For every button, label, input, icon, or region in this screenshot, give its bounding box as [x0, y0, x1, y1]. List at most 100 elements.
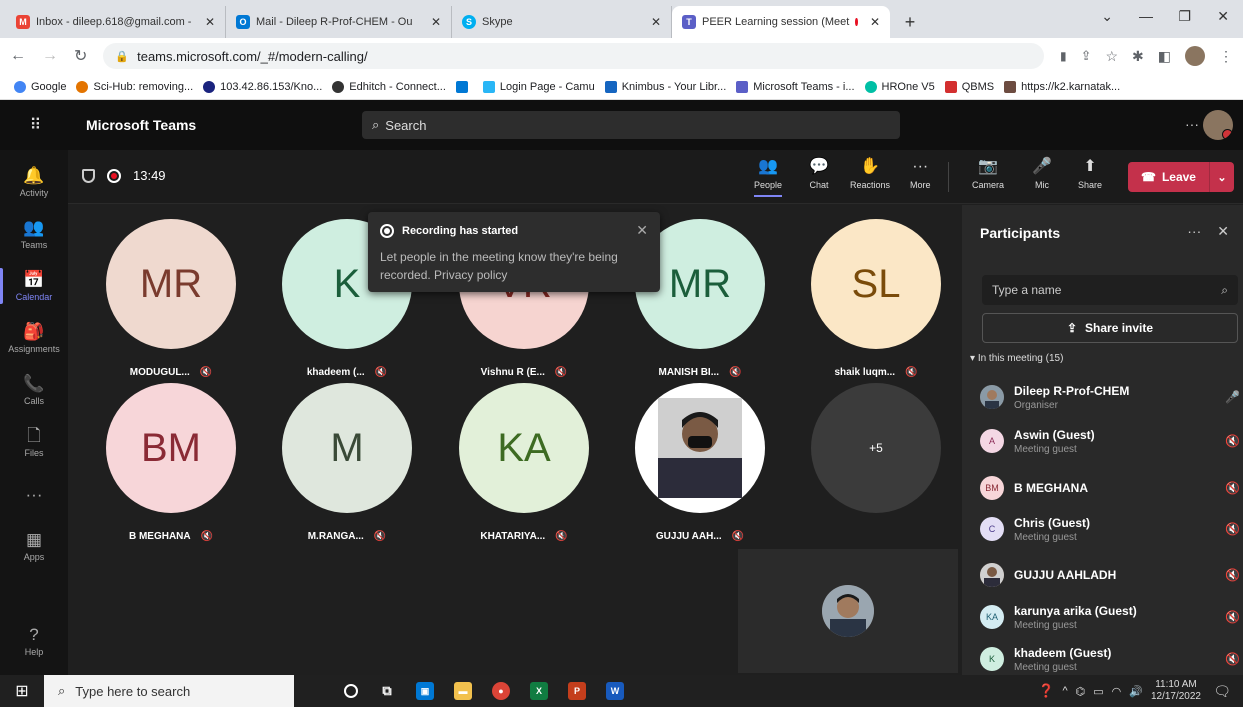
- battery-icon[interactable]: ▭: [1093, 685, 1103, 698]
- close-icon[interactable]: ✕: [636, 222, 648, 239]
- excel-icon[interactable]: X: [530, 682, 548, 700]
- maximize-icon[interactable]: ❐: [1178, 8, 1191, 25]
- rail-item-more[interactable]: ···: [0, 468, 68, 520]
- windows-start-icon[interactable]: ⊞: [0, 681, 44, 701]
- calendar-icon: 📅: [23, 269, 45, 289]
- bookmark-item[interactable]: Knimbus - Your Libr...: [604, 80, 726, 93]
- menu-icon[interactable]: ⋮: [1219, 48, 1233, 65]
- star-icon[interactable]: ☆: [1105, 48, 1118, 65]
- leave-button[interactable]: ☎ Leave ⌄: [1128, 162, 1234, 192]
- file-explorer-icon[interactable]: ▬: [454, 682, 472, 700]
- participant-search-input[interactable]: Type a name ⌕: [982, 275, 1238, 305]
- sidebar-icon[interactable]: ◧: [1158, 48, 1171, 65]
- bookmark-item[interactable]: Google: [14, 80, 66, 93]
- rail-item-activity[interactable]: 🔔 Activity: [0, 156, 68, 208]
- in-meeting-section[interactable]: ▾ In this meeting (15): [970, 353, 1063, 364]
- wifi-icon[interactable]: ◠: [1112, 685, 1122, 698]
- rail-item-teams[interactable]: 👥 Teams: [0, 208, 68, 260]
- forward-icon[interactable]: →: [42, 47, 58, 65]
- bookmark-item[interactable]: 103.42.86.153/Kno...: [203, 80, 322, 93]
- close-tab-icon[interactable]: ✕: [651, 15, 661, 29]
- share-button[interactable]: ⬆ Share: [1078, 158, 1102, 190]
- participant-tile[interactable]: KA KHATARIYA... 🔇: [436, 383, 612, 542]
- participant-tile[interactable]: M M.RANGA... 🔇: [259, 383, 435, 542]
- bookmark-item[interactable]: Sci-Hub: removing...: [76, 80, 193, 93]
- back-icon[interactable]: ←: [10, 47, 26, 65]
- close-tab-icon[interactable]: ✕: [870, 15, 880, 29]
- self-view[interactable]: [738, 549, 958, 673]
- more-options-icon[interactable]: ···: [1187, 223, 1201, 240]
- user-avatar[interactable]: [1203, 110, 1233, 140]
- participant-row[interactable]: A Aswin (Guest) Meeting guest 🔇: [980, 423, 1240, 459]
- overflow-tile[interactable]: +5: [788, 383, 964, 513]
- app-launcher-icon[interactable]: ⠿: [0, 115, 72, 135]
- participant-row[interactable]: KA karunya arika (Guest) Meeting guest 🔇: [980, 599, 1240, 635]
- recording-icon[interactable]: [107, 168, 121, 183]
- bookmark-item[interactable]: HROne V5: [864, 80, 935, 93]
- bookmark-item[interactable]: Microsoft Teams - i...: [736, 80, 855, 93]
- bookmark-item[interactable]: https://k2.karnatak...: [1004, 80, 1120, 93]
- more-button[interactable]: ··· More: [910, 158, 931, 190]
- bookmark-item[interactable]: Login Page - Camu: [482, 80, 595, 93]
- more-options-icon[interactable]: ···: [1185, 116, 1199, 132]
- rail-item-calls[interactable]: 📞 Calls: [0, 364, 68, 416]
- people-button[interactable]: 👥 People: [754, 158, 782, 197]
- chevron-down-icon[interactable]: ⌄: [1210, 171, 1234, 184]
- reactions-button[interactable]: ✋ Reactions: [850, 158, 890, 190]
- chevron-down-icon[interactable]: ⌄: [1101, 8, 1113, 25]
- minimize-icon[interactable]: —: [1139, 8, 1153, 24]
- participant-row[interactable]: Dileep R-Prof-CHEM Organiser 🎤: [980, 379, 1240, 415]
- powerpoint-icon[interactable]: P: [568, 682, 586, 700]
- participant-row[interactable]: C Chris (Guest) Meeting guest 🔇: [980, 511, 1240, 547]
- rail-item-help[interactable]: ? Help: [0, 615, 68, 667]
- share-invite-button[interactable]: ⇪ Share invite: [982, 313, 1238, 343]
- rail-item-files[interactable]: 🗋 Files: [0, 416, 68, 468]
- participant-tile[interactable]: GUJJU AAH... 🔇: [612, 383, 788, 542]
- chrome-icon[interactable]: ●: [492, 682, 510, 700]
- rail-item-apps[interactable]: ▦ Apps: [0, 520, 68, 572]
- browser-tab-skype[interactable]: S Skype ✕: [452, 6, 672, 38]
- rail-item-calendar[interactable]: 📅 Calendar: [0, 260, 68, 312]
- store-icon[interactable]: ▣: [416, 682, 434, 700]
- browser-tab-outlook[interactable]: O Mail - Dileep R-Prof-CHEM - Ou ✕: [226, 6, 452, 38]
- bookmark-item[interactable]: [455, 80, 473, 93]
- search-input[interactable]: ⌕ Search: [362, 111, 900, 139]
- close-tab-icon[interactable]: ✕: [431, 15, 441, 29]
- participant-row[interactable]: GUJJU AAHLADH 🔇: [980, 557, 1240, 593]
- word-icon[interactable]: W: [606, 682, 624, 700]
- volume-icon[interactable]: 🔊: [1129, 685, 1143, 698]
- chevron-up-icon[interactable]: ^: [1062, 685, 1067, 697]
- participant-tile[interactable]: BM B MEGHANA 🔇: [83, 383, 259, 542]
- close-tab-icon[interactable]: ✕: [205, 15, 215, 29]
- share-page-icon[interactable]: ⇪: [1081, 48, 1092, 64]
- chat-button[interactable]: 💬 Chat: [809, 158, 829, 190]
- mic-button[interactable]: 🎤 Mic: [1032, 158, 1052, 190]
- taskbar-search-input[interactable]: ⌕ Type here to search: [44, 675, 294, 707]
- participant-tile[interactable]: SL shaik luqm... 🔇: [788, 219, 964, 378]
- network-icon[interactable]: ⌬: [1076, 685, 1086, 698]
- task-view-icon[interactable]: ⧉: [378, 682, 396, 700]
- camera-button[interactable]: 📷 Camera: [972, 158, 1004, 190]
- extensions-icon[interactable]: ✱: [1132, 48, 1144, 65]
- bookmark-item[interactable]: QBMS: [944, 80, 994, 93]
- participant-row[interactable]: BM B MEGHANA 🔇: [980, 470, 1240, 506]
- browser-tab-teams[interactable]: T PEER Learning session (Meet ✕: [672, 6, 890, 38]
- close-icon[interactable]: ✕: [1217, 223, 1229, 240]
- notifications-icon[interactable]: 🗨: [1213, 683, 1231, 700]
- address-bar[interactable]: 🔒 teams.microsoft.com/_#/modern-calling/: [103, 43, 1044, 69]
- profile-avatar[interactable]: [1185, 46, 1205, 66]
- participant-row[interactable]: K khadeem (Guest) Meeting guest 🔇: [980, 641, 1240, 677]
- close-window-icon[interactable]: ✕: [1217, 8, 1229, 25]
- taskbar-clock[interactable]: 11:10 AM 12/17/2022: [1151, 679, 1201, 703]
- shield-icon[interactable]: [82, 168, 95, 183]
- new-tab-button[interactable]: +: [896, 8, 924, 36]
- bookmark-item[interactable]: Edhitch - Connect...: [332, 80, 446, 93]
- toast-body[interactable]: Let people in the meeting know they're b…: [380, 248, 648, 284]
- participant-tile[interactable]: MR MODUGUL... 🔇: [83, 219, 259, 378]
- browser-tab-gmail[interactable]: M Inbox - dileep.618@gmail.com - ✕: [6, 6, 226, 38]
- cortana-icon[interactable]: [344, 684, 358, 698]
- reload-icon[interactable]: ↻: [74, 46, 87, 66]
- camera-indicator-icon[interactable]: ▮: [1060, 49, 1067, 63]
- rail-item-assignments[interactable]: 🎒 Assignments: [0, 312, 68, 364]
- help-tray-icon[interactable]: ❓: [1038, 683, 1054, 699]
